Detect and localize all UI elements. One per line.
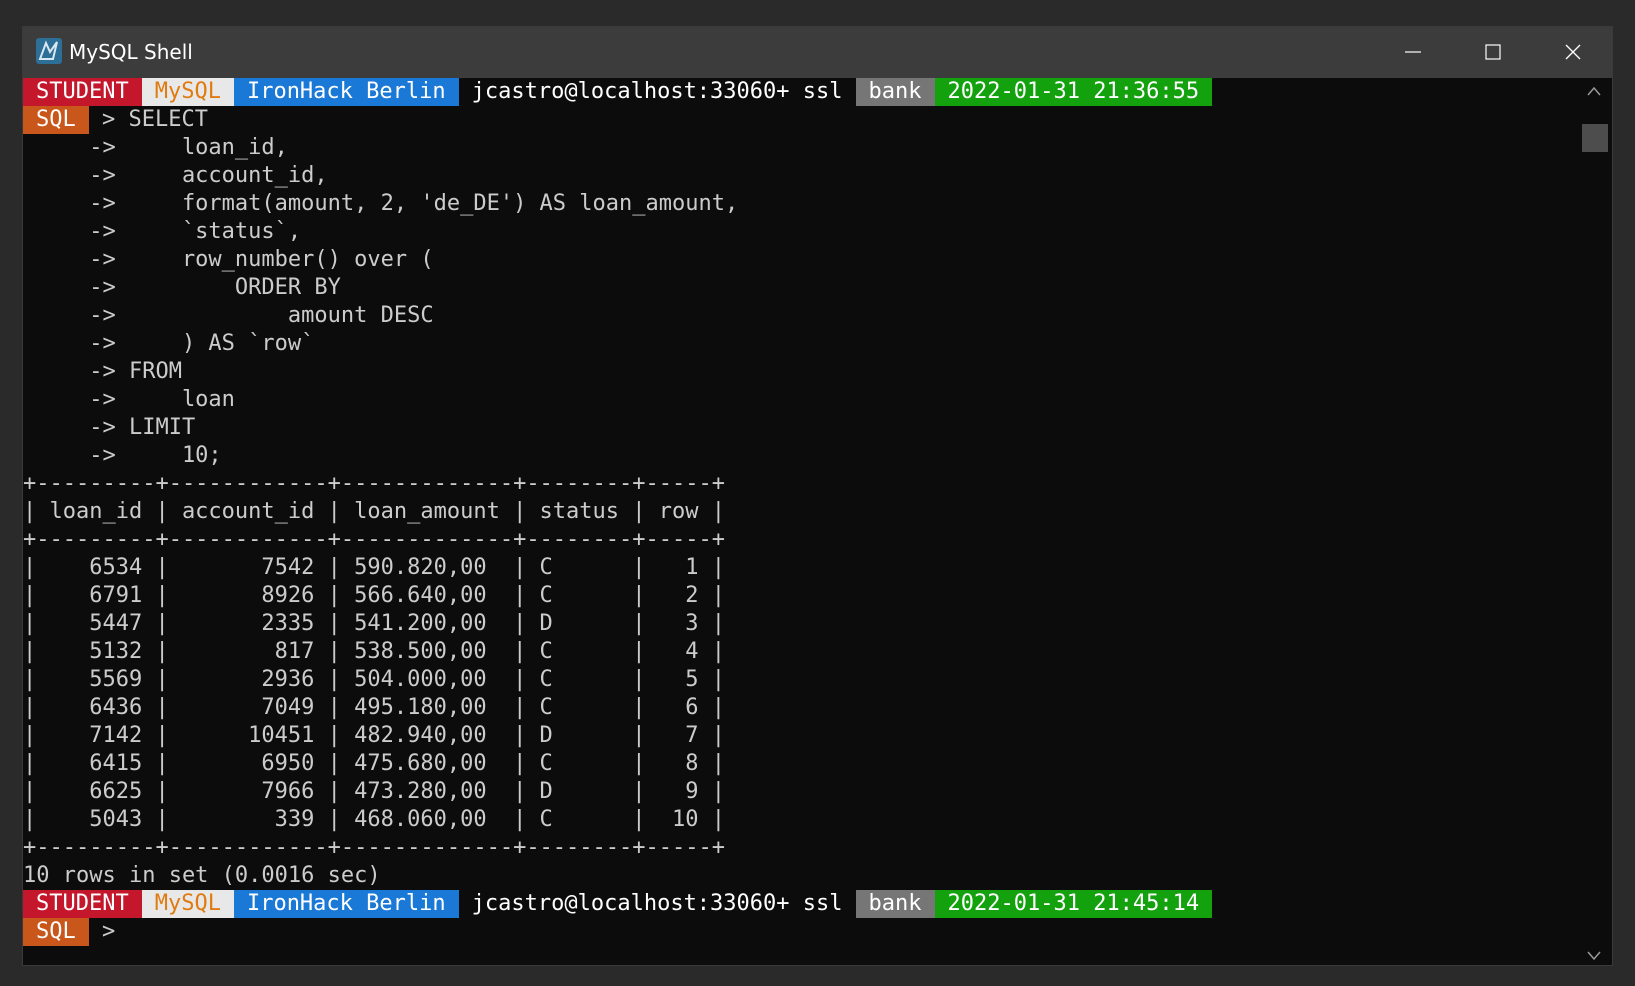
close-button[interactable] bbox=[1534, 27, 1612, 78]
scroll-down-icon[interactable] bbox=[1587, 951, 1601, 961]
prompt-segment-role: STUDENT bbox=[23, 890, 142, 918]
table-row: | 5132 | 817 | 538.500,00 | C | 4 | bbox=[23, 639, 725, 664]
scroll-up-icon[interactable] bbox=[1587, 86, 1601, 96]
query-line: -> `status`, bbox=[23, 219, 302, 244]
title-bar[interactable]: MySQL Shell bbox=[23, 27, 1612, 78]
prompt-timestamp: 2022-01-31 21:36:55 bbox=[934, 78, 1213, 106]
vertical-scrollbar[interactable] bbox=[1577, 78, 1612, 965]
query-line: -> ) AS `row` bbox=[23, 331, 315, 356]
query-line: -> ORDER BY bbox=[23, 275, 341, 300]
mysql-dolphin-icon bbox=[36, 38, 62, 64]
window-title: MySQL Shell bbox=[69, 40, 193, 64]
mysql-shell-window: MySQL Shell STUDENT MySQL IronHack Berlin j… bbox=[22, 26, 1613, 966]
prompt-timestamp: 2022-01-31 21:45:14 bbox=[934, 890, 1213, 918]
maximize-button[interactable] bbox=[1454, 27, 1532, 78]
table-row: | 5447 | 2335 | 541.200,00 | D | 3 | bbox=[23, 611, 725, 636]
query-line: -> format(amount, 2, 'de_DE') AS loan_am… bbox=[23, 191, 739, 216]
query-line: -> account_id, bbox=[23, 163, 328, 188]
table-row: | 6415 | 6950 | 475.680,00 | C | 8 | bbox=[23, 751, 725, 776]
table-row: | 7142 | 10451 | 482.940,00 | D | 7 | bbox=[23, 723, 725, 748]
close-icon bbox=[1565, 44, 1581, 60]
table-border: +---------+------------+-------------+--… bbox=[23, 471, 725, 496]
prompt-segment-mysql: MySQL bbox=[141, 890, 234, 918]
prompt-status-bar: STUDENT MySQL IronHack Berlin jcastro@local… bbox=[23, 890, 1579, 918]
minimize-icon bbox=[1405, 51, 1421, 53]
query-continuation: -> loan_id, -> account_id, -> format(amo… bbox=[23, 134, 1579, 470]
prompt-segment-schema: bank bbox=[855, 78, 935, 106]
query-line: -> row_number() over ( bbox=[23, 247, 434, 272]
prompt-segment-institution: IronHack Berlin bbox=[233, 78, 459, 106]
query-first-line: SQL > SELECT bbox=[23, 106, 1579, 134]
table-row: | 6534 | 7542 | 590.820,00 | C | 1 | bbox=[23, 555, 725, 580]
minimize-button[interactable] bbox=[1374, 27, 1452, 78]
table-row: | 6791 | 8926 | 566.640,00 | C | 2 | bbox=[23, 583, 725, 608]
query-line: -> amount DESC bbox=[23, 303, 434, 328]
query-line: -> 10; bbox=[23, 443, 222, 468]
sql-mode-badge: SQL bbox=[23, 918, 89, 946]
prompt-status-bar: STUDENT MySQL IronHack Berlin jcastro@local… bbox=[23, 78, 1579, 106]
table-border: +---------+------------+-------------+--… bbox=[23, 527, 725, 552]
prompt-segment-mysql: MySQL bbox=[141, 78, 234, 106]
table-header: | loan_id | account_id | loan_amount | s… bbox=[23, 499, 725, 524]
table-border: +---------+------------+-------------+--… bbox=[23, 835, 725, 860]
prompt-segment-role: STUDENT bbox=[23, 78, 142, 106]
sql-mode-badge: SQL bbox=[23, 106, 89, 134]
prompt-caret: > bbox=[88, 919, 116, 944]
query-text: > SELECT bbox=[88, 107, 208, 132]
input-line[interactable]: SQL > bbox=[23, 918, 1579, 946]
table-row: | 5569 | 2936 | 504.000,00 | C | 5 | bbox=[23, 667, 725, 692]
query-line: -> loan bbox=[23, 387, 235, 412]
query-line: -> LIMIT bbox=[23, 415, 196, 440]
query-line: -> FROM bbox=[23, 359, 182, 384]
prompt-segment-schema: bank bbox=[855, 890, 935, 918]
table-row: | 5043 | 339 | 468.060,00 | C | 10 | bbox=[23, 807, 725, 832]
table-row: | 6436 | 7049 | 495.180,00 | C | 6 | bbox=[23, 695, 725, 720]
scrollbar-thumb[interactable] bbox=[1582, 124, 1608, 152]
prompt-segment-connection: jcastro@localhost:33060+ ssl bbox=[458, 890, 856, 918]
terminal-output[interactable]: STUDENT MySQL IronHack Berlin jcastro@local… bbox=[23, 78, 1579, 965]
maximize-icon bbox=[1485, 44, 1501, 60]
table-row: | 6625 | 7966 | 473.280,00 | D | 9 | bbox=[23, 779, 725, 804]
result-table: +---------+------------+-------------+--… bbox=[23, 470, 1579, 862]
prompt-segment-connection: jcastro@localhost:33060+ ssl bbox=[458, 78, 856, 106]
prompt-segment-institution: IronHack Berlin bbox=[233, 890, 459, 918]
query-line: -> loan_id, bbox=[23, 135, 288, 160]
result-summary: 10 rows in set (0.0016 sec) bbox=[23, 863, 381, 888]
